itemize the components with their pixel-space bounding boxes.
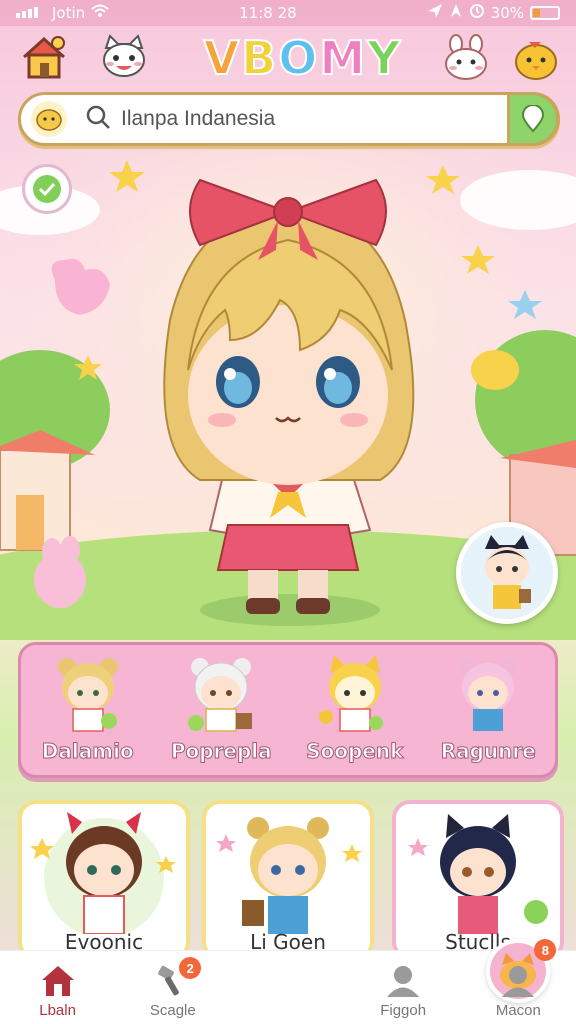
location-pin-button[interactable] bbox=[507, 92, 559, 146]
side-character-avatar[interactable] bbox=[456, 522, 558, 624]
bunny-mascot-icon[interactable] bbox=[440, 32, 492, 84]
character-name: Dalamio bbox=[41, 739, 134, 764]
app-logo: VBOMY bbox=[203, 31, 403, 85]
battery-percent: 30% bbox=[490, 4, 524, 22]
status-bar: Jotin 11:8 28 30% bbox=[0, 0, 576, 26]
tab-home[interactable]: Lbaln bbox=[0, 951, 115, 1024]
character-avatar-icon bbox=[57, 658, 118, 732]
panel-character[interactable]: Dalamio bbox=[28, 651, 148, 764]
panel-character[interactable]: Ragunre bbox=[428, 651, 548, 764]
chick-mascot-icon[interactable] bbox=[510, 32, 562, 84]
panel-character[interactable]: Poprepla bbox=[161, 651, 281, 764]
character-avatar-icon bbox=[458, 658, 524, 731]
tab-label: Macon bbox=[495, 1002, 541, 1019]
bottom-tab-bar: Lbaln 2 Scagle 8 Figgoh Macon bbox=[0, 939, 576, 1024]
home-icon[interactable] bbox=[18, 32, 70, 84]
user-icon bbox=[387, 966, 420, 997]
search-icon[interactable] bbox=[85, 104, 111, 134]
panel-character[interactable]: Soopenk bbox=[295, 651, 415, 764]
cat-mascot-icon[interactable] bbox=[98, 32, 150, 84]
tab-label: Scagle bbox=[149, 1002, 196, 1019]
map-pin-icon bbox=[521, 105, 545, 133]
character-portrait-icon bbox=[30, 812, 176, 938]
character-card[interactable]: Evoonic bbox=[18, 800, 190, 960]
alarm-icon bbox=[469, 3, 485, 23]
character-card[interactable]: Li Goen bbox=[202, 800, 374, 960]
location-icon bbox=[427, 3, 443, 23]
character-name: Soopenk bbox=[306, 739, 404, 764]
notification-badge: 2 bbox=[179, 957, 202, 979]
carrier-label: Jotin bbox=[52, 4, 86, 22]
search-bar[interactable]: Ilanpa Indanesia bbox=[18, 92, 560, 146]
character-name: Ragunre bbox=[440, 739, 536, 764]
tab-label: Figgoh bbox=[380, 1002, 427, 1019]
character-avatar-icon bbox=[318, 655, 383, 732]
wifi-icon bbox=[91, 4, 109, 22]
search-input[interactable]: Ilanpa Indanesia bbox=[121, 107, 275, 131]
character-avatar-icon bbox=[188, 658, 253, 732]
battery-icon bbox=[530, 6, 560, 20]
character-selection-panel: Dalamio Poprepla Soopenk Ragunre bbox=[18, 642, 558, 778]
clock: 11:8 28 bbox=[239, 4, 297, 22]
character-portrait-icon bbox=[408, 814, 548, 934]
tab-profile[interactable]: Figgoh bbox=[346, 951, 461, 1024]
tab-tools[interactable]: 2 Scagle bbox=[115, 951, 230, 1024]
checkmark-icon bbox=[33, 175, 61, 203]
check-button[interactable] bbox=[22, 164, 72, 214]
top-nav: VBOMY bbox=[0, 28, 576, 86]
navigation-icon bbox=[449, 3, 463, 23]
character-card[interactable]: Stuclls bbox=[392, 800, 564, 960]
tab-center[interactable]: 8 bbox=[230, 939, 557, 1024]
character-cards: Evoonic Li Goen Stuclls bbox=[0, 800, 576, 960]
character-portrait-icon bbox=[216, 817, 362, 934]
tab-label: Lbaln bbox=[39, 1002, 76, 1019]
user-icon bbox=[502, 966, 535, 997]
character-name: Poprepla bbox=[170, 739, 272, 764]
search-mascot-icon bbox=[31, 101, 67, 137]
signal-icon bbox=[16, 4, 46, 22]
home-icon bbox=[41, 966, 74, 996]
tab-account[interactable]: Macon bbox=[461, 951, 576, 1024]
